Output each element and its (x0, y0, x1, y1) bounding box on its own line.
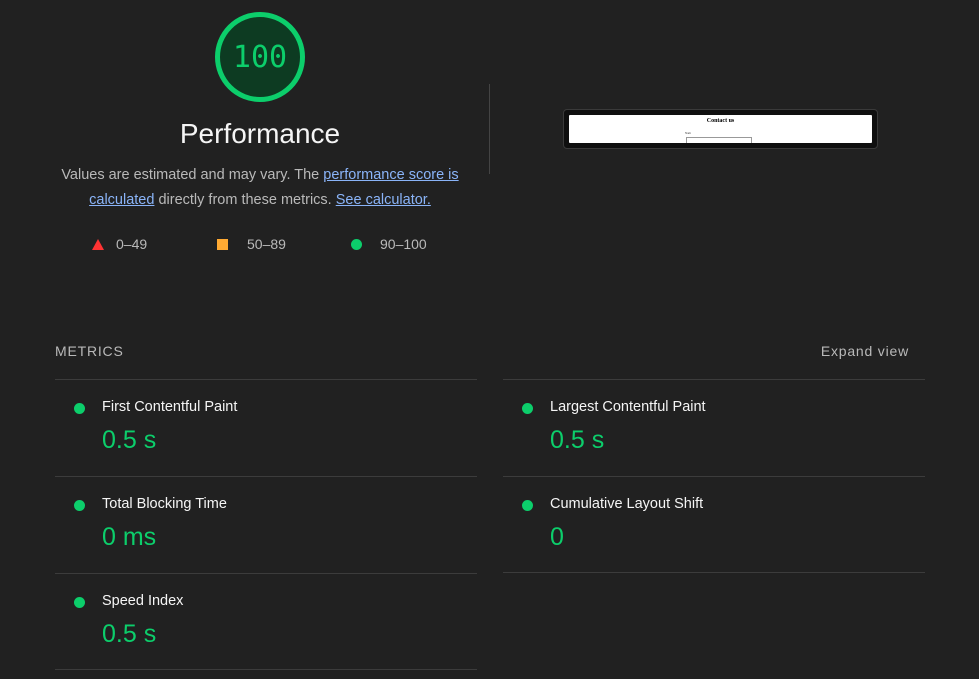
category-description: Values are estimated and may vary. The p… (55, 163, 465, 213)
expand-view-button[interactable]: Expand view (821, 343, 909, 359)
metric-name: Largest Contentful Paint (550, 399, 706, 415)
square-icon (217, 238, 228, 250)
screenshot-page: Contact us Nam (569, 115, 872, 143)
pass-circle-icon (522, 403, 533, 414)
performance-score-gauge[interactable]: 100 (215, 12, 305, 102)
metric-first-contentful-paint: First Contentful Paint 0.5 s (55, 380, 475, 460)
screenshot-title: Contact us (706, 118, 735, 124)
legend-pass: 90–100 (351, 236, 427, 252)
metric-name: Speed Index (102, 593, 184, 609)
see-calculator-link[interactable]: See calculator. (336, 192, 431, 208)
legend-average: 50–89 (217, 236, 286, 252)
final-screenshot-thumbnail[interactable]: Contact us Nam (563, 109, 878, 149)
metric-value: 0.5 s (550, 426, 605, 454)
triangle-icon (92, 238, 104, 250)
metric-value: 0.5 s (102, 620, 157, 648)
divider (503, 572, 925, 573)
metric-value: 0 (550, 523, 564, 551)
screenshot-input-field (686, 137, 752, 143)
legend-fail: 0–49 (92, 236, 147, 252)
legend-label: 90–100 (380, 236, 427, 252)
pass-circle-icon (522, 500, 533, 511)
score-scale-legend: 0–49 50–89 90–100 (0, 236, 520, 256)
vertical-divider (489, 84, 490, 174)
description-prefix: Values are estimated and may vary. The (61, 167, 324, 183)
metric-value: 0 ms (102, 523, 157, 551)
metric-value: 0.5 s (102, 426, 157, 454)
metrics-heading: METRICS (55, 343, 124, 359)
description-middle: directly from these metrics. (154, 192, 336, 208)
pass-circle-icon (74, 597, 85, 608)
divider (55, 669, 477, 670)
pass-circle-icon (74, 403, 85, 414)
category-title: Performance (179, 118, 341, 149)
metric-cumulative-layout-shift: Cumulative Layout Shift 0 (503, 477, 923, 557)
circle-icon (351, 238, 362, 250)
metric-total-blocking-time: Total Blocking Time 0 ms (55, 477, 475, 557)
metric-name: Total Blocking Time (102, 496, 227, 512)
score-value: 100 (232, 39, 288, 75)
pass-circle-icon (74, 500, 85, 511)
metric-speed-index: Speed Index 0.5 s (55, 574, 475, 654)
lighthouse-performance-report: 100 Performance Values are estimated and… (0, 0, 979, 679)
screenshot-field-label: Nam (685, 131, 691, 135)
metric-name: First Contentful Paint (102, 399, 238, 415)
metric-name: Cumulative Layout Shift (550, 496, 704, 512)
legend-label: 0–49 (116, 236, 148, 252)
legend-label: 50–89 (247, 236, 286, 252)
metric-largest-contentful-paint: Largest Contentful Paint 0.5 s (503, 380, 923, 460)
